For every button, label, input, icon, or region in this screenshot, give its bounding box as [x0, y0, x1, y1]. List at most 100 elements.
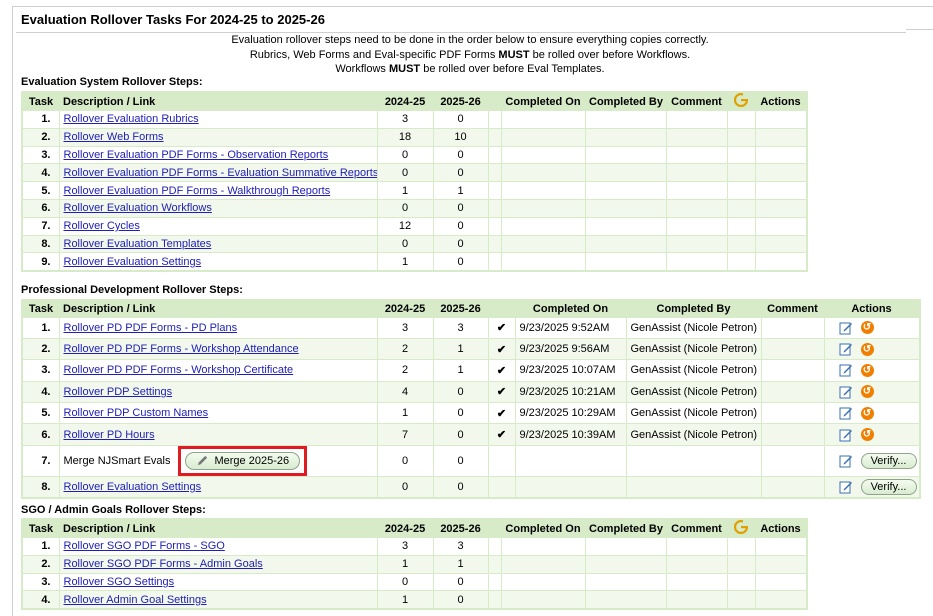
- task-description: Rollover SGO PDF Forms - SGO: [58, 537, 378, 556]
- table-row: 5. Rollover Evaluation PDF Forms - Walkth…: [21, 181, 808, 200]
- completed-on: 9/23/2025 9:56AM: [514, 337, 627, 361]
- next-year-count: 0: [432, 145, 489, 165]
- sgo-header-col-8: [727, 519, 755, 538]
- instruction-text: Evaluation rollover steps need to be don…: [231, 34, 709, 46]
- actions: ↺: [823, 316, 921, 339]
- undo-icon[interactable]: ↺: [860, 363, 874, 377]
- checkmark-icon: ✔: [487, 402, 516, 425]
- next-year-count: 0: [432, 216, 489, 236]
- rollover-link[interactable]: Rollover Evaluation Templates: [64, 238, 212, 250]
- pd-header-col-5: Completed On: [515, 300, 626, 317]
- undo-icon[interactable]: ↺: [860, 342, 874, 356]
- task-description: Rollover PD PDF Forms - Workshop Certifi…: [58, 359, 378, 382]
- task-number: 3.: [21, 145, 60, 165]
- completed-on: 9/23/2025 10:21AM: [514, 380, 627, 404]
- task-description: Rollover PDP Custom Names: [58, 402, 378, 425]
- rollover-link[interactable]: Rollover Evaluation PDF Forms - Walkthro…: [64, 185, 331, 197]
- eval-header-col-8: [727, 92, 755, 111]
- rollover-link[interactable]: Rollover PD PDF Forms - Workshop Attenda…: [64, 343, 299, 355]
- prev-year-count: 1: [376, 402, 434, 425]
- eval-header-col-6: Completed By: [585, 92, 666, 111]
- rollover-link[interactable]: Rollover PD PDF Forms - Workshop Certifi…: [64, 364, 294, 376]
- completed-on: [500, 145, 586, 165]
- eval-header-col-5: Completed On: [501, 92, 585, 111]
- rollover-link[interactable]: Rollover PD Hours: [64, 429, 155, 441]
- instruction-text: be rolled over before Eval Templates.: [420, 63, 605, 75]
- task-description: Rollover Evaluation PDF Forms - Walkthro…: [58, 181, 378, 200]
- edit-icon[interactable]: [839, 342, 853, 356]
- pd-header-col-0: Task: [22, 300, 59, 317]
- rollover-link[interactable]: Rollover Admin Goal Settings: [64, 594, 207, 606]
- comment: [665, 145, 728, 165]
- undo-icon[interactable]: ↺: [860, 385, 874, 399]
- next-year-count: 1: [432, 554, 489, 574]
- completed-by: GenAssist (Nicole Petron): [625, 380, 762, 404]
- eval-header-col-7: Comment: [666, 92, 727, 111]
- rollover-link[interactable]: Rollover PDP Custom Names: [64, 407, 209, 419]
- sgo-header-col-3: 2025-26: [433, 519, 488, 538]
- edit-icon[interactable]: [839, 454, 853, 468]
- rollover-link[interactable]: Rollover Evaluation PDF Forms - Observat…: [64, 149, 329, 161]
- rollover-link[interactable]: Rollover Evaluation Workflows: [64, 202, 212, 214]
- task-description: Rollover Evaluation PDF Forms - Observat…: [58, 145, 378, 165]
- task-number: 1.: [21, 316, 60, 339]
- rollover-link[interactable]: Rollover Web Forms: [64, 131, 164, 143]
- table-row: 2. Rollover SGO PDF Forms - Admin Goals 1 1: [21, 554, 808, 574]
- undo-icon[interactable]: ↺: [860, 321, 874, 335]
- edit-icon[interactable]: [839, 321, 853, 335]
- prev-year-count: 18: [376, 127, 434, 147]
- rollover-link[interactable]: Rollover Evaluation Settings: [64, 481, 202, 493]
- task-description: Rollover PD PDF Forms - Workshop Attenda…: [58, 337, 378, 361]
- actions: [754, 127, 808, 147]
- undo-icon[interactable]: ↺: [860, 406, 874, 420]
- prev-year-count: 4: [376, 380, 434, 404]
- task-description: Rollover SGO PDF Forms - Admin Goals: [58, 554, 378, 574]
- edit-icon[interactable]: [839, 363, 853, 377]
- actions: [754, 145, 808, 165]
- comment: [665, 216, 728, 236]
- status-cell: [487, 572, 502, 592]
- status-cell: [487, 216, 502, 236]
- rollover-link[interactable]: Rollover SGO PDF Forms - Admin Goals: [64, 558, 263, 570]
- status-cell: [487, 554, 502, 574]
- rollover-link[interactable]: Rollover Cycles: [64, 220, 140, 232]
- comment: [665, 234, 728, 254]
- completed-on: [500, 216, 586, 236]
- prev-year-count: 0: [376, 145, 434, 165]
- undo-icon[interactable]: ↺: [860, 428, 874, 442]
- g-cell: [726, 127, 756, 147]
- status-cell: [487, 145, 502, 165]
- next-year-count: 0: [432, 423, 489, 446]
- rollover-link[interactable]: Rollover SGO PDF Forms - SGO: [64, 540, 225, 552]
- checkmark-icon: ✔: [487, 359, 516, 382]
- checkmark-icon: ✔: [487, 423, 516, 446]
- edit-icon[interactable]: [839, 428, 853, 442]
- edit-icon[interactable]: [839, 406, 853, 420]
- task-number: 9.: [21, 252, 60, 272]
- rollover-link[interactable]: Rollover Evaluation Rubrics: [64, 113, 199, 125]
- completed-by: [584, 590, 667, 610]
- rollover-link[interactable]: Rollover PDP Settings: [64, 386, 173, 398]
- prev-year-count: 3: [376, 537, 434, 556]
- rollover-link[interactable]: Rollover Evaluation Settings: [64, 256, 202, 268]
- task-description: Rollover Web Forms: [58, 127, 378, 147]
- merge-button[interactable]: Merge 2025-26: [185, 451, 301, 470]
- pd-section-title: Professional Development Rollover Steps:: [21, 284, 243, 296]
- completed-on: [500, 110, 586, 129]
- rollover-link[interactable]: Rollover Evaluation PDF Forms - Evaluati…: [64, 167, 377, 179]
- table-row: 2. Rollover Web Forms 18 10: [21, 127, 808, 147]
- verify-button[interactable]: Verify...: [860, 478, 917, 495]
- table-row: 4. Rollover Evaluation PDF Forms - Evalua…: [21, 163, 808, 183]
- table-row: 6. Rollover Evaluation Workflows 0 0: [21, 198, 808, 218]
- rollover-link[interactable]: Rollover PD PDF Forms - PD Plans: [64, 322, 238, 334]
- verify-button[interactable]: Verify...: [860, 452, 917, 469]
- task-description: Rollover PD Hours: [58, 423, 378, 446]
- actions: ↺: [823, 380, 921, 404]
- edit-icon[interactable]: [839, 385, 853, 399]
- completed-by: GenAssist (Nicole Petron): [625, 359, 762, 382]
- rollover-link[interactable]: Rollover SGO Settings: [64, 576, 175, 588]
- actions: Verify...: [823, 475, 921, 499]
- edit-icon[interactable]: [839, 480, 853, 494]
- rollover-instructions: Evaluation rollover steps need to be don…: [13, 33, 927, 77]
- title-divider-end: [906, 29, 933, 30]
